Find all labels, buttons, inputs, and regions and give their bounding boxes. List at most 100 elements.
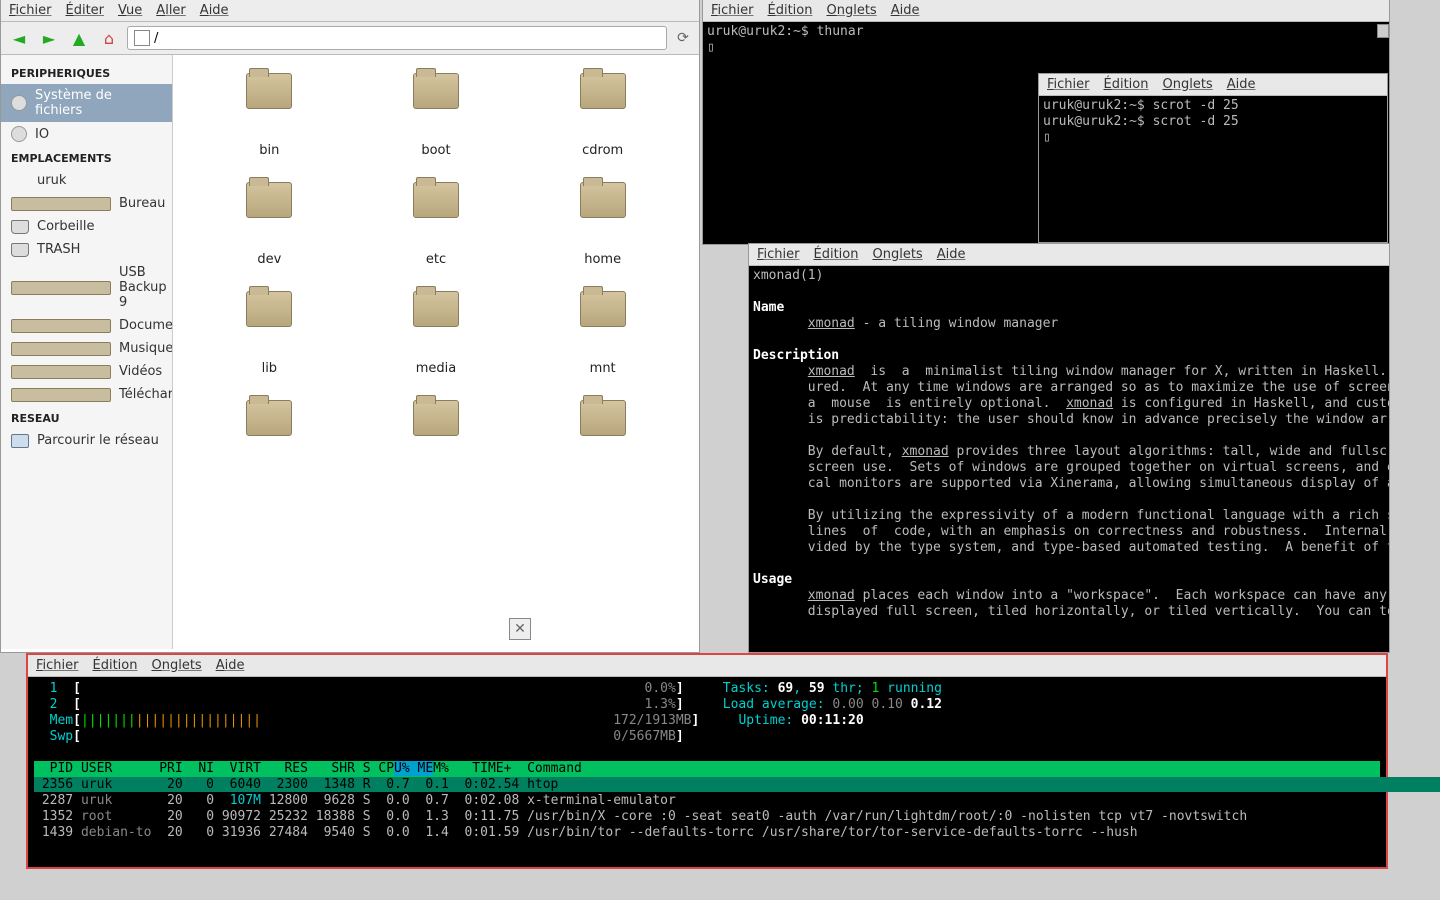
folder-icon (11, 365, 111, 379)
folder-item[interactable]: bin (219, 73, 319, 158)
close-icon[interactable]: ✕ (509, 618, 531, 640)
terminal-3-manpage[interactable]: Fichier Édition Onglets Aide xmonad(1) x… (748, 243, 1390, 653)
scrollbar[interactable] (1377, 24, 1389, 38)
folder-icon (580, 400, 626, 436)
folder-label: home (584, 252, 621, 267)
sidebar-item-label: Téléchargements (119, 387, 173, 402)
folder-item[interactable]: lib (219, 291, 319, 376)
menu-edit[interactable]: Éditer (66, 3, 105, 18)
folder-icon (11, 281, 111, 295)
folder-item[interactable]: cdrom (553, 73, 653, 158)
trash-icon (11, 220, 29, 234)
sidebar-item[interactable]: USB Backup 9 (1, 261, 172, 314)
folder-item[interactable]: dev (219, 182, 319, 267)
terminal-2-body[interactable]: uruk@uruk2:~$ scrot -d 25 uruk@uruk2:~$ … (1039, 96, 1387, 148)
htop-body[interactable]: 1 [ 0.0%] Tasks: 69, 59 thr; 1 running 2… (28, 677, 1386, 845)
sidebar-places-header: EMPLACEMENTS (1, 146, 172, 169)
folder-item[interactable]: home (553, 182, 653, 267)
folder-label: bin (259, 143, 279, 158)
sidebar-item[interactable]: Parcourir le réseau (1, 429, 172, 452)
folder-item[interactable]: media (386, 291, 486, 376)
menu-file[interactable]: Fichier (1047, 77, 1090, 92)
menu-file[interactable]: Fichier (711, 3, 754, 18)
folder-icon (413, 400, 459, 436)
folder-icon (580, 73, 626, 109)
sidebar-item-label: Bureau (119, 196, 165, 211)
terminal-1-body[interactable]: uruk@uruk2:~$ thunar ▯ (703, 22, 1389, 58)
sidebar-item[interactable]: Vidéos (1, 360, 172, 383)
sidebar-item-label: Vidéos (119, 364, 162, 379)
folder-icon (11, 342, 111, 356)
menu-help[interactable]: Aide (937, 247, 966, 262)
menu-file[interactable]: Fichier (757, 247, 800, 262)
location-bar[interactable]: / (127, 26, 667, 50)
menu-edit[interactable]: Édition (768, 3, 813, 18)
folder-item[interactable] (219, 400, 319, 470)
menu-help[interactable]: Aide (216, 658, 245, 673)
menu-file[interactable]: Fichier (36, 658, 79, 673)
menu-file[interactable]: Fichier (9, 3, 52, 18)
sidebar-item[interactable]: Documents (1, 314, 172, 337)
folder-item[interactable] (386, 400, 486, 470)
sidebar-item[interactable]: IO (1, 122, 172, 146)
menu-help[interactable]: Aide (891, 3, 920, 18)
back-button[interactable]: ◄ (7, 26, 31, 50)
sidebar-item-label: USB Backup 9 (119, 265, 167, 310)
terminal-3-body[interactable]: xmonad(1) xmo Name xmonad - a tiling win… (749, 266, 1389, 622)
sidebar-item-label: Documents (119, 318, 173, 333)
folder-label: etc (426, 252, 446, 267)
sidebar-item-label: TRASH (37, 242, 80, 257)
sidebar-item-label: uruk (37, 173, 66, 188)
file-manager-window: Fichier Éditer Vue Aller Aide ◄ ► ▲ ⌂ / … (0, 0, 700, 653)
sidebar-item[interactable]: Corbeille (1, 215, 172, 238)
page-icon (134, 30, 150, 46)
menu-view[interactable]: Vue (118, 3, 142, 18)
sidebar-devices-header: PERIPHERIQUES (1, 61, 172, 84)
terminal-2[interactable]: Fichier Édition Onglets Aide uruk@uruk2:… (1038, 73, 1388, 243)
folder-label: cdrom (582, 143, 623, 158)
sidebar-item[interactable]: TRASH (1, 238, 172, 261)
menu-edit[interactable]: Édition (1104, 77, 1149, 92)
forward-button[interactable]: ► (37, 26, 61, 50)
menu-go[interactable]: Aller (156, 3, 185, 18)
folder-label: media (416, 361, 457, 376)
sidebar-item-label: Système de fichiers (35, 88, 162, 118)
fm-menubar: Fichier Éditer Vue Aller Aide (1, 0, 699, 22)
folder-icon-view[interactable]: bin boot cdrom dev etc home lib media mnt (173, 55, 699, 649)
menu-help[interactable]: Aide (1227, 77, 1256, 92)
folder-label: dev (257, 252, 281, 267)
folder-icon (580, 182, 626, 218)
term3-menubar: Fichier Édition Onglets Aide (749, 244, 1389, 266)
menu-edit[interactable]: Édition (814, 247, 859, 262)
sidebar-item[interactable]: Bureau (1, 192, 172, 215)
term1-menubar: Fichier Édition Onglets Aide (703, 0, 1389, 22)
sidebar-network-header: RESEAU (1, 406, 172, 429)
folder-item[interactable]: etc (386, 182, 486, 267)
menu-help[interactable]: Aide (200, 3, 229, 18)
up-button[interactable]: ▲ (67, 26, 91, 50)
menu-tabs[interactable]: Onglets (1162, 77, 1212, 92)
sidebar-item-label: IO (35, 127, 49, 142)
folder-item[interactable] (553, 400, 653, 470)
refresh-button[interactable]: ⟳ (673, 28, 693, 48)
folder-label: mnt (590, 361, 616, 376)
terminal-htop[interactable]: Fichier Édition Onglets Aide 1 [ 0.0%] T… (26, 653, 1388, 869)
menu-tabs[interactable]: Onglets (826, 3, 876, 18)
menu-edit[interactable]: Édition (93, 658, 138, 673)
sidebar-item[interactable]: Système de fichiers (1, 84, 172, 122)
location-text: / (154, 31, 158, 46)
sidebar-item[interactable]: uruk (1, 169, 172, 192)
folder-icon (580, 291, 626, 327)
menu-tabs[interactable]: Onglets (151, 658, 201, 673)
fm-toolbar: ◄ ► ▲ ⌂ / ⟳ (1, 22, 699, 55)
home-button[interactable]: ⌂ (97, 26, 121, 50)
sidebar-item[interactable]: Téléchargements (1, 383, 172, 406)
trash-icon (11, 243, 29, 257)
term2-menubar: Fichier Édition Onglets Aide (1039, 74, 1387, 96)
folder-item[interactable]: mnt (553, 291, 653, 376)
folder-icon (246, 73, 292, 109)
folder-item[interactable]: boot (386, 73, 486, 158)
menu-tabs[interactable]: Onglets (872, 247, 922, 262)
folder-icon (246, 400, 292, 436)
sidebar-item[interactable]: Musique (1, 337, 172, 360)
